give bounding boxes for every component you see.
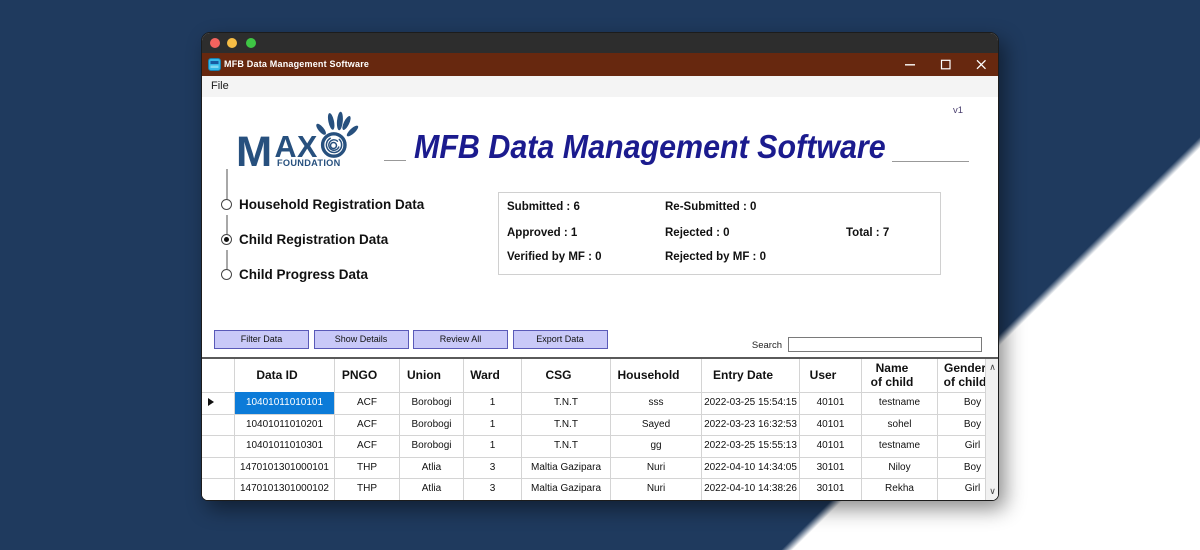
svg-text:M: M [236, 128, 272, 171]
svg-text:FOUNDATION: FOUNDATION [277, 158, 341, 168]
